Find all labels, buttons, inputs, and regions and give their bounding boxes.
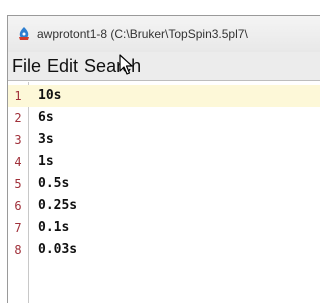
menu-bar: File Edit Search bbox=[8, 52, 320, 81]
line-number: 1 bbox=[14, 89, 22, 103]
mouse-pointer-icon bbox=[119, 54, 133, 75]
topspin-app-icon bbox=[19, 27, 29, 40]
editor-line[interactable]: 8 0.03s bbox=[8, 239, 320, 261]
line-number: 5 bbox=[14, 177, 22, 191]
line-number: 4 bbox=[14, 155, 22, 169]
editor-line[interactable]: 1 10s bbox=[8, 85, 320, 107]
editor-line[interactable]: 2 6s bbox=[8, 107, 320, 129]
menu-edit[interactable]: Edit bbox=[47, 56, 78, 77]
editor-line[interactable]: 4 1s bbox=[8, 151, 320, 173]
text-editor[interactable]: 1 10s 2 6s 3 3s 4 1s 5 0.5s 6 0.25s 7 0.… bbox=[8, 82, 320, 303]
line-text: 6s bbox=[38, 110, 54, 125]
menu-file[interactable]: File bbox=[12, 56, 41, 77]
line-number: 6 bbox=[14, 199, 22, 213]
line-number: 2 bbox=[14, 111, 22, 125]
line-text: 3s bbox=[38, 132, 54, 147]
line-number: 8 bbox=[14, 243, 22, 257]
editor-line[interactable]: 5 0.5s bbox=[8, 173, 320, 195]
editor-line[interactable]: 7 0.1s bbox=[8, 217, 320, 239]
line-text: 0.03s bbox=[38, 242, 78, 257]
editor-window: awprotont1-8 (C:\Bruker\TopSpin3.5pl7\ F… bbox=[7, 15, 320, 303]
line-text: 0.25s bbox=[38, 198, 78, 213]
line-text: 0.5s bbox=[38, 176, 70, 191]
window-title: awprotont1-8 (C:\Bruker\TopSpin3.5pl7\ bbox=[37, 27, 248, 41]
line-number: 3 bbox=[14, 133, 22, 147]
line-text: 10s bbox=[38, 88, 62, 103]
title-bar[interactable]: awprotont1-8 (C:\Bruker\TopSpin3.5pl7\ bbox=[8, 16, 320, 52]
line-text: 1s bbox=[38, 154, 54, 169]
line-text: 0.1s bbox=[38, 220, 70, 235]
editor-line[interactable]: 3 3s bbox=[8, 129, 320, 151]
editor-line[interactable]: 6 0.25s bbox=[8, 195, 320, 217]
line-number: 7 bbox=[14, 221, 22, 235]
